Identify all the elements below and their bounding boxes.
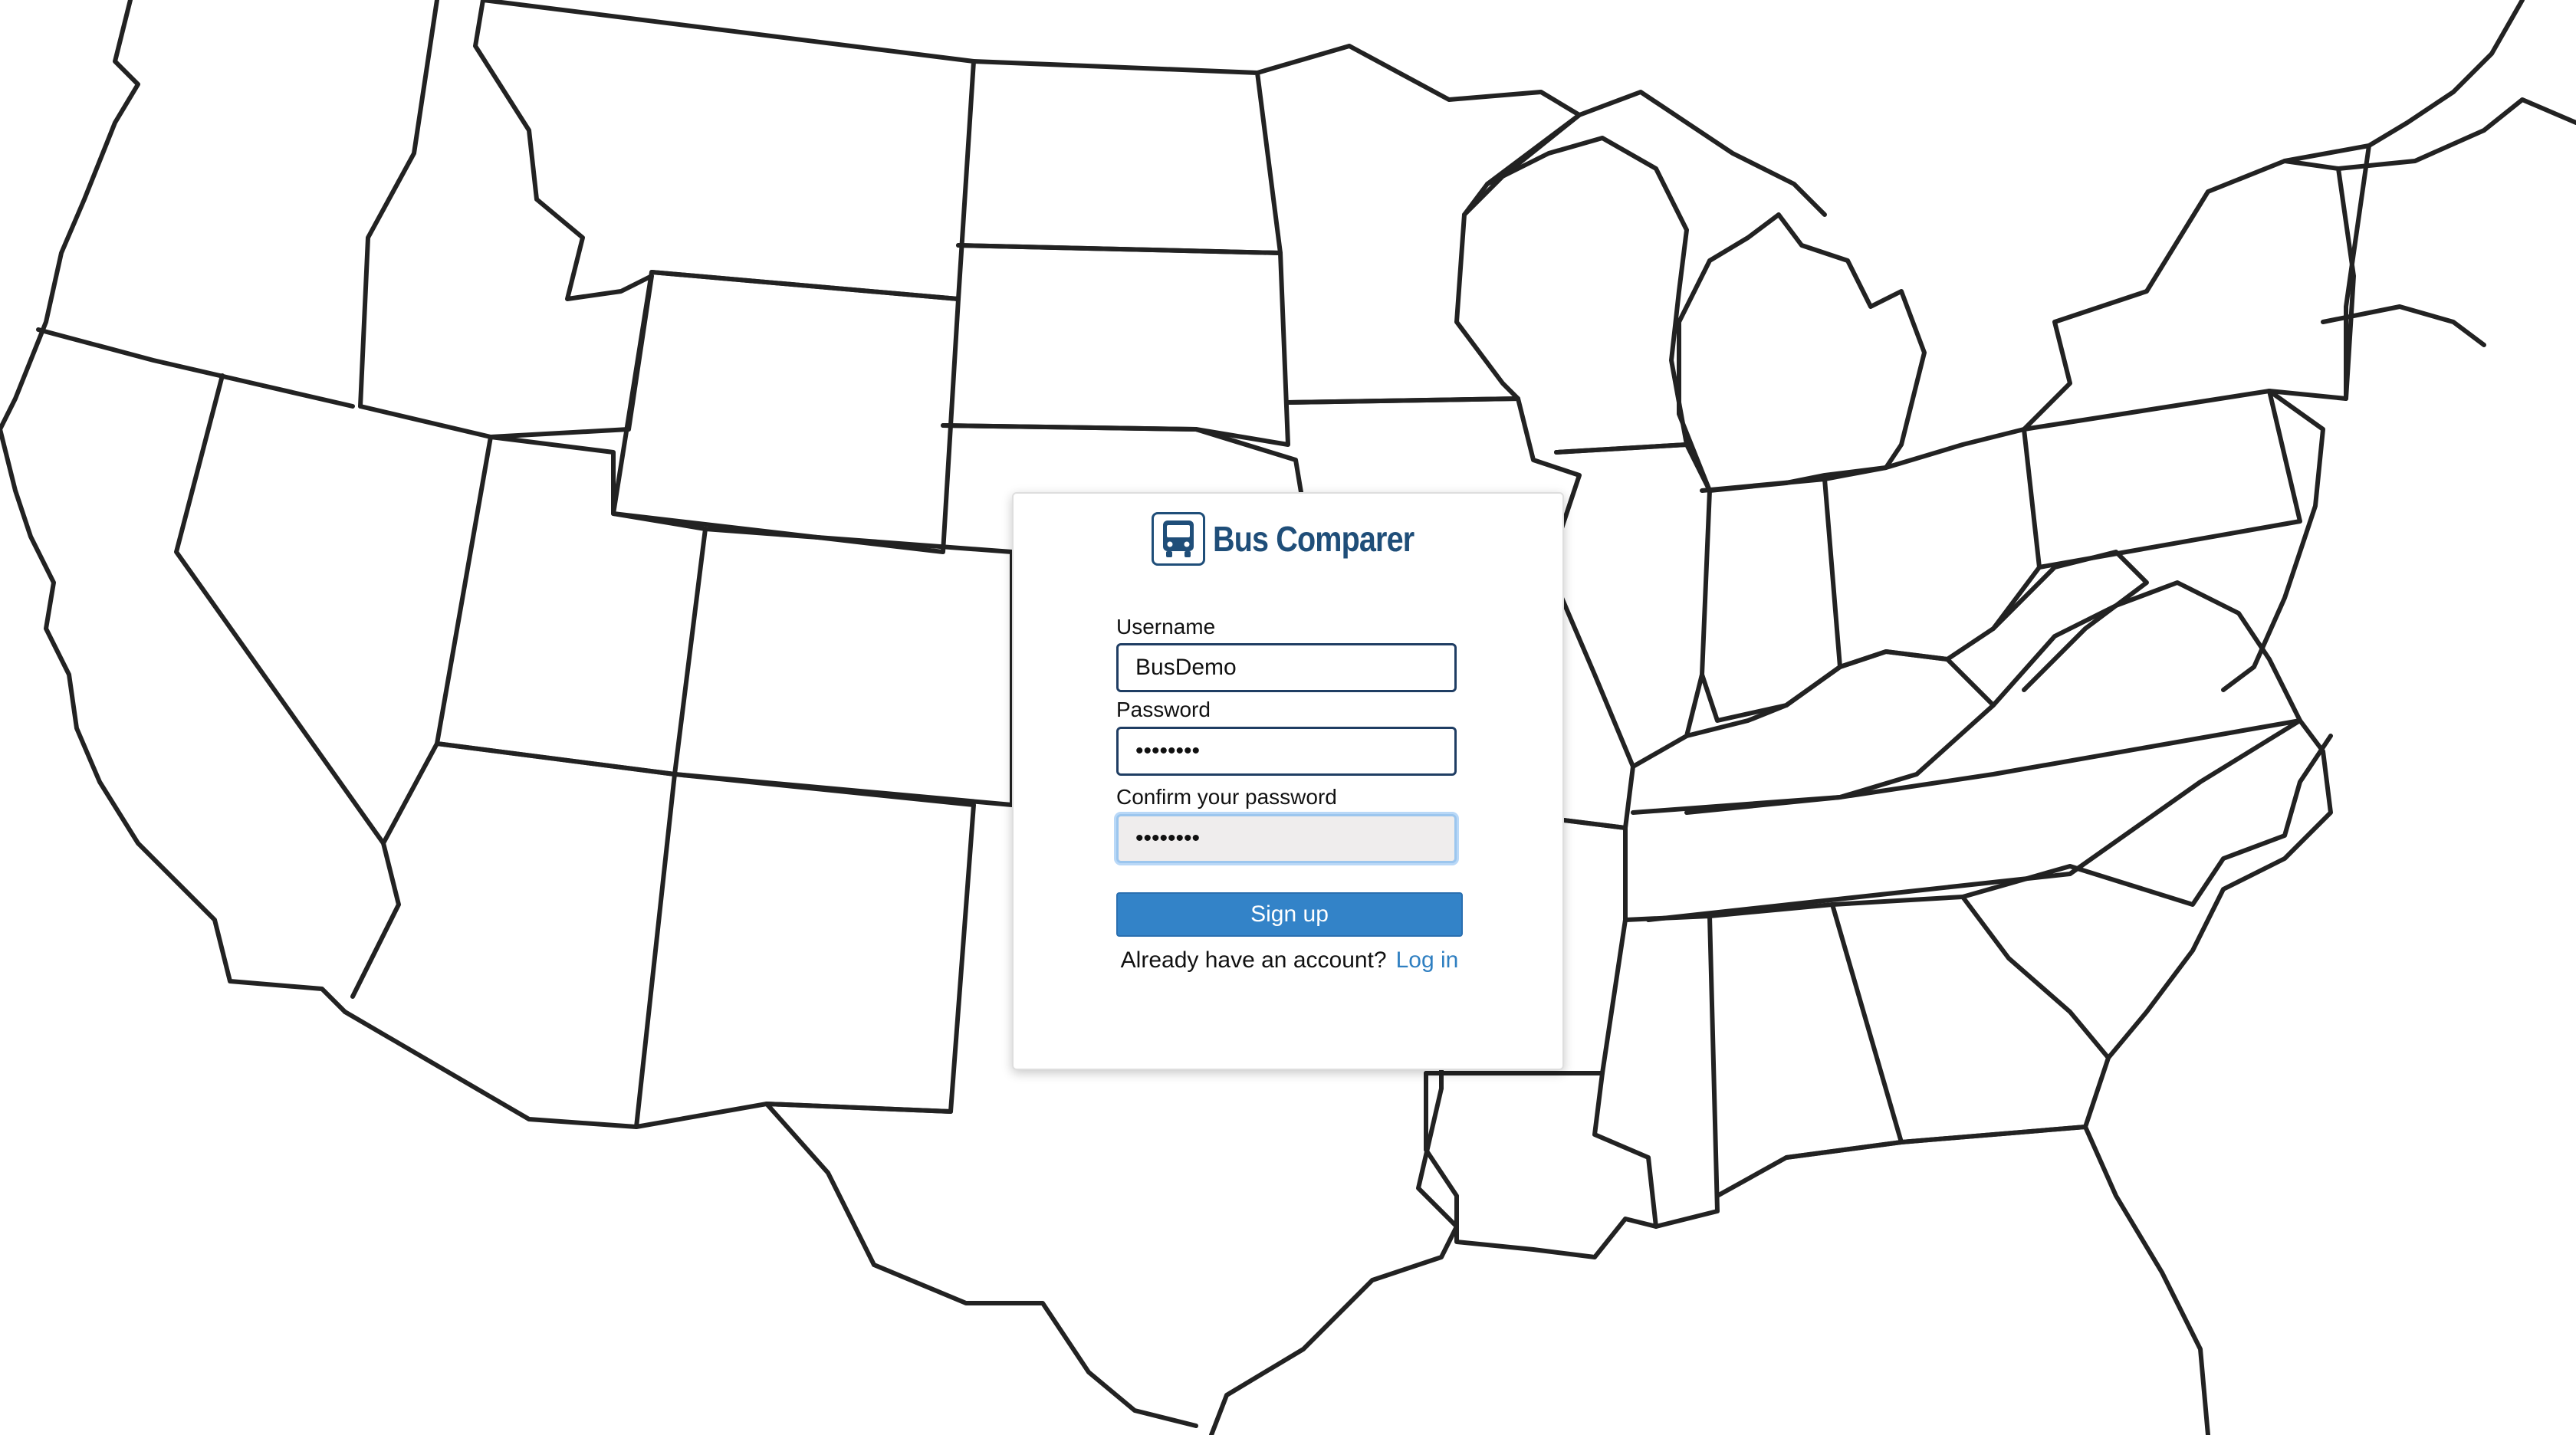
map-sd — [941, 243, 1290, 447]
map-idaho — [358, 0, 654, 439]
username-input[interactable] — [1116, 643, 1457, 692]
map-arizona — [343, 741, 677, 1129]
password-input[interactable] — [1116, 727, 1457, 776]
map-new-england — [2282, 0, 2525, 163]
map-ohio — [1822, 427, 2042, 669]
map-louisiana — [1424, 1071, 1658, 1259]
map-ne-coast — [2336, 97, 2576, 171]
map-wa-or — [36, 327, 355, 409]
map-florida — [1784, 1125, 2210, 1435]
map-dakotas — [956, 59, 1283, 255]
map-utah — [435, 435, 708, 777]
map-nj-md — [2221, 389, 2325, 692]
confirm-password-label: Confirm your password — [1116, 785, 1337, 809]
map-michigan-lp — [1677, 212, 1927, 493]
map-alabama — [1707, 902, 1904, 1198]
map-texas-gulf — [1209, 1086, 1459, 1435]
password-label: Password — [1116, 698, 1211, 721]
map-michigan-up — [1485, 90, 1827, 217]
confirm-password-input[interactable] — [1116, 814, 1457, 863]
map-montana — [481, 0, 976, 301]
map-virginia — [1991, 580, 2302, 723]
map-wisconsin — [1462, 136, 1689, 455]
map-wv — [1991, 550, 2149, 692]
sign-up-button[interactable]: Sign up — [1116, 892, 1463, 937]
map-texas — [764, 1102, 1198, 1428]
map-mississippi — [1623, 914, 1720, 1229]
map-minnesota — [1255, 44, 1582, 405]
signup-card: Bus Comparer Username Password Confirm y… — [1012, 492, 1564, 1070]
brand-name: Bus Comparer — [1213, 519, 1414, 559]
map-ca-nv — [174, 373, 401, 999]
map-west-coast — [0, 0, 347, 1014]
brand-logo: Bus Comparer — [1152, 512, 1447, 566]
map-illinois — [1554, 442, 1712, 769]
map-new-york — [2022, 159, 2356, 432]
map-wyoming — [611, 270, 961, 554]
log-in-link[interactable]: Log in — [1396, 947, 1459, 973]
bus-icon — [1152, 512, 1205, 566]
map-colorado — [672, 527, 1014, 807]
username-label: Username — [1116, 615, 1216, 639]
map-wa-east — [358, 0, 439, 409]
map-georgia — [1830, 895, 2111, 1144]
login-prompt-text: Already have an account? — [1120, 947, 1387, 973]
login-prompt: Already have an account? Log in — [1014, 947, 1566, 974]
map-pennsylvania — [2022, 389, 2302, 570]
map-nevada-east — [381, 435, 493, 846]
map-kentucky — [1684, 649, 1996, 815]
map-new-mexico — [634, 772, 976, 1129]
